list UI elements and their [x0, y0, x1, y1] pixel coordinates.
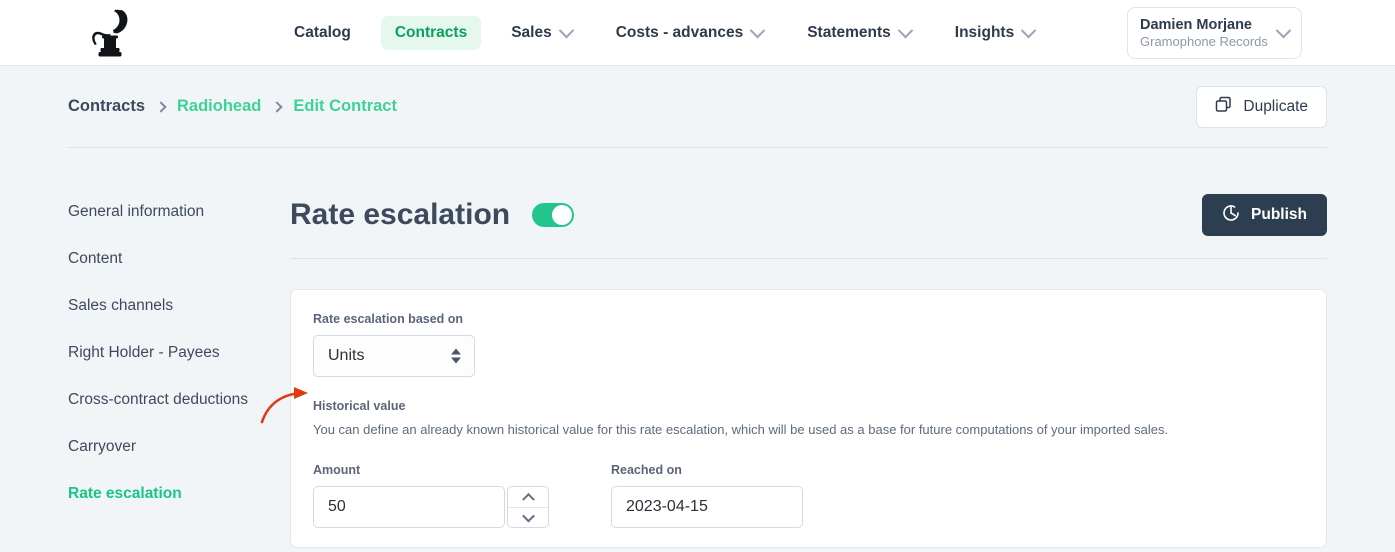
nav-item-sales[interactable]: Sales	[497, 16, 586, 50]
sidebar-item-carryover[interactable]: Carryover	[68, 438, 290, 456]
nav-item-label: Contracts	[394, 24, 468, 41]
breadcrumb-row: Contracts Radiohead Edit Contract Duplic…	[68, 66, 1327, 148]
gramophone-logo-icon[interactable]	[82, 4, 136, 62]
nav-item-insights[interactable]: Insights	[941, 16, 1048, 50]
section-title-row: Rate escalation Publish	[290, 194, 1327, 259]
user-name: Damien Morjane	[1140, 16, 1252, 33]
copy-icon	[1215, 96, 1232, 118]
reached-on-field-group: Reached on 2023-04-15	[611, 463, 803, 528]
page-body: Contracts Radiohead Edit Contract Duplic…	[0, 66, 1395, 548]
sidebar-item-cross-contract-deductions[interactable]: Cross-contract deductions	[68, 391, 290, 409]
based-on-label: Rate escalation based on	[313, 312, 464, 326]
duplicate-button[interactable]: Duplicate	[1196, 85, 1327, 128]
amount-stepper-down[interactable]	[508, 506, 548, 528]
breadcrumb: Contracts Radiohead Edit Contract	[68, 97, 397, 116]
user-info: Damien Morjane Gramophone Records	[1140, 16, 1278, 50]
content-columns: General information Content Sales channe…	[68, 148, 1327, 548]
amount-stepper	[507, 486, 549, 528]
breadcrumb-item-edit-contract[interactable]: Edit Contract	[293, 97, 397, 116]
amount-field-group: Amount 50	[313, 463, 549, 528]
sidebar-item-content[interactable]: Content	[68, 250, 290, 268]
sidebar-item-rate-escalation[interactable]: Rate escalation	[68, 485, 290, 503]
page-title: Rate escalation	[290, 198, 511, 231]
duplicate-button-label: Duplicate	[1243, 97, 1308, 115]
user-organization: Gramophone Records	[1140, 33, 1268, 49]
publish-button-label: Publish	[1251, 206, 1307, 223]
main-content: Rate escalation Publish Rate escalation …	[290, 194, 1327, 548]
chevron-down-icon	[1020, 22, 1037, 38]
amount-stepper-up[interactable]	[508, 487, 548, 507]
toggle-knob	[552, 205, 573, 225]
reached-on-input[interactable]: 2023-04-15	[611, 486, 803, 528]
top-navigation-bar: Catalog Contracts Sales Costs - advances…	[0, 0, 1395, 66]
chevron-down-icon	[1275, 22, 1292, 38]
nav-item-statements[interactable]: Statements	[793, 16, 925, 50]
publish-button[interactable]: Publish	[1202, 194, 1327, 236]
check-circle-icon	[1222, 204, 1240, 227]
main-nav-links: Catalog Contracts Sales Costs - advances…	[280, 0, 1064, 66]
chevron-up-icon	[521, 493, 535, 506]
reached-on-label: Reached on	[611, 463, 682, 477]
nav-item-costs-advances[interactable]: Costs - advances	[602, 16, 778, 50]
rate-escalation-based-on-select[interactable]: Units	[313, 335, 475, 377]
based-on-value: Units	[328, 347, 365, 364]
nav-item-label: Catalog	[294, 24, 351, 41]
chevron-down-icon	[749, 22, 766, 38]
chevron-right-icon	[271, 100, 284, 113]
chevron-down-icon	[897, 22, 914, 38]
nav-item-label: Statements	[807, 24, 891, 41]
nav-item-label: Costs - advances	[615, 24, 744, 41]
nav-item-catalog[interactable]: Catalog	[280, 16, 365, 50]
amount-input[interactable]: 50	[313, 486, 505, 528]
sidebar-item-right-holder-payees[interactable]: Right Holder - Payees	[68, 344, 290, 362]
nav-item-label: Insights	[954, 24, 1015, 41]
contract-section-sidebar: General information Content Sales channe…	[68, 194, 290, 548]
amount-label: Amount	[313, 463, 361, 477]
updown-selector-icon	[451, 348, 461, 364]
breadcrumb-item-radiohead[interactable]: Radiohead	[177, 97, 261, 116]
breadcrumb-item-contracts[interactable]: Contracts	[68, 97, 145, 116]
user-account-menu[interactable]: Damien Morjane Gramophone Records	[1127, 7, 1302, 59]
chevron-down-icon	[558, 22, 574, 38]
historical-value-title: Historical value	[313, 399, 406, 413]
rate-escalation-toggle[interactable]	[532, 203, 575, 227]
rate-escalation-card: Rate escalation based on Units Historica…	[290, 289, 1327, 548]
chevron-right-icon	[155, 100, 167, 113]
chevron-down-icon	[521, 509, 535, 523]
historical-value-fields: Amount 50 Reached on 2023-04-15	[313, 463, 1304, 528]
amount-input-wrapper: 50	[313, 486, 549, 528]
sidebar-item-sales-channels[interactable]: Sales channels	[68, 297, 290, 315]
nav-item-contracts[interactable]: Contracts	[380, 16, 482, 50]
historical-value-description: You can define an already known historic…	[313, 422, 1169, 437]
nav-item-label: Sales	[511, 24, 552, 41]
title-group: Rate escalation	[290, 198, 575, 232]
sidebar-item-general-information[interactable]: General information	[68, 203, 290, 221]
